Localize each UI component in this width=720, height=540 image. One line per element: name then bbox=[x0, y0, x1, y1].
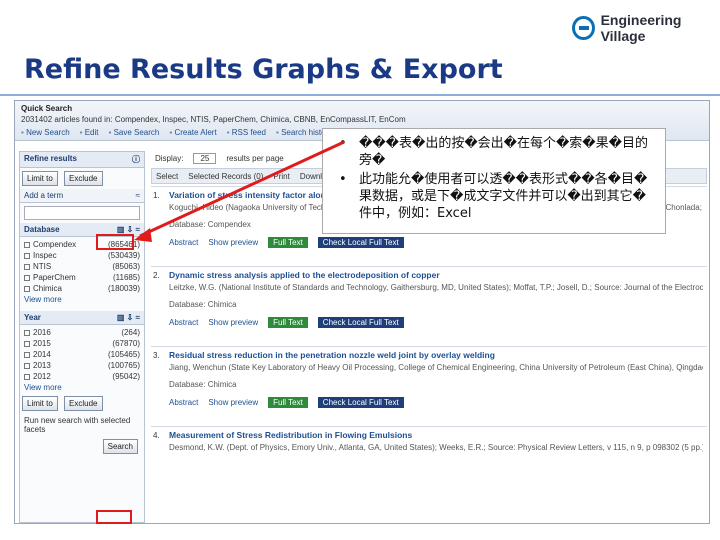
full-text-button[interactable]: Full Text bbox=[268, 397, 308, 408]
explanation-callout: ���表�出的按�会出�在每个�索�果�目的旁� 此功能允�使用者可以透��表形… bbox=[322, 128, 666, 234]
slide-title: Refine Results Graphs & Export bbox=[24, 54, 503, 85]
result-authors: Jiang, Wenchun (State Key Laboratory of … bbox=[169, 363, 703, 372]
print-button[interactable]: Print bbox=[273, 172, 289, 181]
create-alert-link[interactable]: Create Alert bbox=[169, 128, 216, 137]
search-button[interactable]: Search bbox=[102, 439, 138, 454]
list-item[interactable]: Inspec (530439) bbox=[20, 250, 144, 261]
add-term-input[interactable] bbox=[24, 206, 140, 220]
full-text-button[interactable]: Full Text bbox=[268, 237, 308, 248]
show-preview-link[interactable]: Show preview bbox=[208, 238, 258, 247]
expand-icon[interactable]: ≈ bbox=[136, 191, 140, 200]
facet-graph-export-icons[interactable]: ▥ ⇩ ≈ bbox=[117, 313, 140, 322]
abstract-link[interactable]: Abstract bbox=[169, 238, 198, 247]
result-authors: Leitzke, W.G. (National Institute of Sta… bbox=[169, 283, 703, 292]
exclude-button[interactable]: Exclude bbox=[64, 396, 103, 411]
selected-records: Selected Records (0) bbox=[188, 171, 264, 181]
list-item[interactable]: 2013 (100765) bbox=[20, 360, 144, 371]
refine-header: Refine results ⓘ bbox=[20, 152, 144, 168]
view-more-link[interactable]: View more bbox=[20, 294, 144, 305]
year-facet-header: Year ▥ ⇩ ≈ bbox=[20, 311, 144, 325]
list-item[interactable]: Chimica (180039) bbox=[20, 283, 144, 294]
year-facet-list: 2016 (264) 2015 (67870) 2014 (105465) 2013(… bbox=[20, 325, 144, 393]
callout-bullet: ���表�出的按�会出�在每个�索�果�目的旁� bbox=[339, 135, 655, 169]
view-more-link[interactable]: View more bbox=[20, 382, 144, 393]
abstract-link[interactable]: Abstract bbox=[169, 318, 198, 327]
show-preview-link[interactable]: Show preview bbox=[208, 398, 258, 407]
limit-to-button[interactable]: Limit to bbox=[22, 396, 58, 411]
title-divider bbox=[0, 94, 720, 96]
run-search-text: Run new search with selected facets bbox=[24, 416, 131, 434]
facet-icons-highlight bbox=[96, 234, 134, 250]
brand-name: Engineering Village bbox=[600, 12, 682, 44]
per-page-select[interactable]: 25 bbox=[193, 153, 217, 164]
quick-search-title: Quick Search bbox=[21, 104, 73, 113]
check-local-full-text-button[interactable]: Check Local Full Text bbox=[317, 397, 404, 408]
full-text-button[interactable]: Full Text bbox=[268, 317, 308, 328]
facet-icons-highlight bbox=[96, 510, 132, 524]
list-item[interactable]: 2015 (67870) bbox=[20, 338, 144, 349]
rss-feed-link[interactable]: RSS feed bbox=[227, 128, 266, 137]
check-local-full-text-button[interactable]: Check Local Full Text bbox=[317, 317, 404, 328]
result-database: Database: Chimica bbox=[169, 380, 237, 389]
result-item: 2. Dynamic stress analysis applied to th… bbox=[151, 266, 707, 346]
result-authors: Desmond, K.W. (Dept. of Physics, Emory U… bbox=[169, 443, 703, 452]
engineering-village-logo: Engineering Village bbox=[572, 12, 720, 44]
callout-bullet: 此功能允�使用者可以透��表形式��各�目�果数据，或是下�成文字文件并可以�出… bbox=[339, 171, 655, 222]
result-title[interactable]: Dynamic stress analysis applied to the e… bbox=[169, 270, 703, 280]
list-item[interactable]: 2012 (95042) bbox=[20, 371, 144, 382]
result-title[interactable]: Residual stress reduction in the penetra… bbox=[169, 350, 703, 360]
facet-graph-export-icons[interactable]: ▥ ⇩ ≈ bbox=[117, 225, 140, 234]
edit-link[interactable]: Edit bbox=[80, 128, 99, 137]
list-item[interactable]: 2014 (105465) bbox=[20, 349, 144, 360]
list-item[interactable]: 2016 (264) bbox=[20, 327, 144, 338]
list-item[interactable]: NTIS (85063) bbox=[20, 261, 144, 272]
result-database: Database: Chimica bbox=[169, 300, 237, 309]
info-icon[interactable]: ⓘ bbox=[132, 154, 140, 165]
select-dropdown[interactable]: Select bbox=[156, 172, 178, 181]
add-term-header: Add a term ≈ bbox=[20, 189, 144, 203]
results-summary: 2031402 articles found in: Compendex, In… bbox=[21, 115, 406, 124]
abstract-link[interactable]: Abstract bbox=[169, 398, 198, 407]
exclude-button[interactable]: Exclude bbox=[64, 171, 103, 186]
refine-results-panel: Refine results ⓘ Limit to Exclude Add a … bbox=[19, 151, 145, 523]
list-item[interactable]: PaperChem (11685) bbox=[20, 272, 144, 283]
result-item: 4. Measurement of Stress Redistribution … bbox=[151, 426, 707, 466]
new-search-link[interactable]: New Search bbox=[21, 128, 70, 137]
check-local-full-text-button[interactable]: Check Local Full Text bbox=[317, 237, 404, 248]
limit-to-button[interactable]: Limit to bbox=[22, 171, 58, 186]
save-search-link[interactable]: Save Search bbox=[109, 128, 160, 137]
ev-logo-icon bbox=[572, 16, 595, 40]
show-preview-link[interactable]: Show preview bbox=[208, 318, 258, 327]
result-title[interactable]: Measurement of Stress Redistribution in … bbox=[169, 430, 703, 440]
result-item: 3. Residual stress reduction in the pene… bbox=[151, 346, 707, 426]
